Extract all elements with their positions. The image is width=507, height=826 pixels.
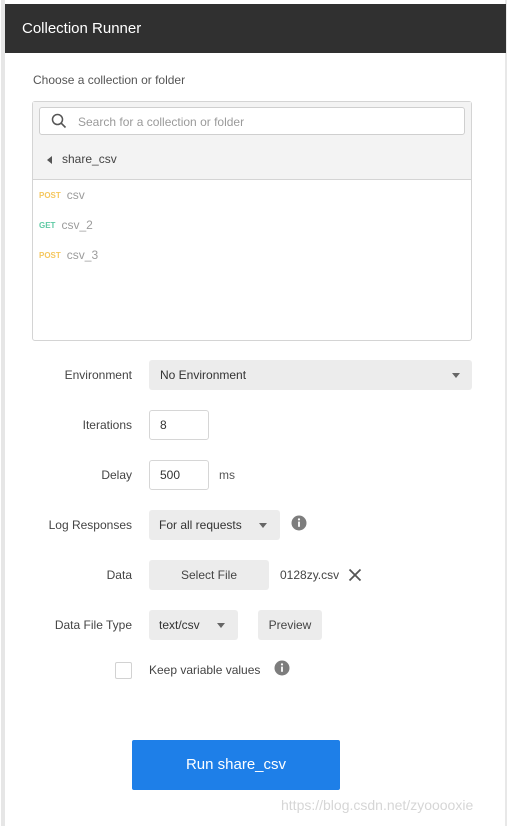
collection-search-area: share_csv	[33, 102, 471, 180]
environment-select[interactable]: No Environment	[149, 360, 472, 390]
request-name: csv	[66, 188, 85, 202]
data-file-name: 0128zy.csv	[280, 568, 340, 582]
request-name: csv_2	[61, 218, 93, 232]
log-responses-value: For all requests	[159, 518, 242, 532]
folder-name: share_csv	[62, 152, 117, 166]
delay-label: Delay	[101, 468, 132, 482]
back-caret-icon	[47, 155, 52, 164]
iterations-label: Iterations	[82, 418, 132, 432]
request-item[interactable]: GET csv_2	[39, 218, 98, 248]
choose-collection-label: Choose a collection or folder	[33, 73, 186, 87]
request-item[interactable]: POST csv	[39, 188, 98, 218]
info-icon[interactable]	[274, 660, 290, 676]
chevron-down-icon	[217, 623, 225, 628]
info-icon[interactable]	[291, 515, 307, 531]
environment-value: No Environment	[160, 368, 247, 382]
data-file-type-select[interactable]: text/csv	[149, 610, 238, 640]
chevron-down-icon	[452, 373, 460, 378]
environment-label: Environment	[64, 368, 132, 382]
request-method: POST	[39, 191, 61, 200]
iterations-input[interactable]: 8	[149, 410, 209, 440]
request-method: POST	[39, 251, 61, 260]
request-method: GET	[39, 221, 56, 230]
search-icon	[51, 113, 67, 129]
window-edge-left	[1, 0, 5, 826]
run-collection-button[interactable]: Run share_csv	[132, 740, 340, 790]
preview-button[interactable]: Preview	[258, 610, 322, 640]
request-list: POST csv GET csv_2 POST csv_3	[39, 188, 98, 278]
keep-variable-values-label: Keep variable values	[149, 663, 261, 677]
watermark-text: https://blog.csdn.net/zyooooxie	[281, 797, 474, 813]
keep-variable-values-checkbox[interactable]	[115, 662, 132, 679]
delay-input[interactable]: 500	[149, 460, 209, 490]
back-to-folder[interactable]: share_csv	[47, 152, 117, 166]
select-file-button[interactable]: Select File	[149, 560, 269, 590]
data-file-type-label: Data File Type	[54, 618, 132, 632]
close-icon[interactable]	[348, 568, 362, 582]
collection-picker: share_csv POST csv GET csv_2 POST csv_3	[32, 101, 472, 341]
request-item[interactable]: POST csv_3	[39, 248, 98, 278]
runner-header: Collection Runner	[5, 4, 506, 53]
data-label: Data	[106, 568, 132, 582]
collection-search-input[interactable]	[76, 111, 460, 133]
log-responses-select[interactable]: For all requests	[149, 510, 280, 540]
runner-title: Collection Runner	[22, 20, 142, 37]
request-name: csv_3	[66, 248, 99, 262]
log-responses-label: Log Responses	[48, 518, 132, 532]
chevron-down-icon	[259, 523, 267, 528]
delay-unit: ms	[219, 468, 235, 482]
collection-search-field[interactable]	[39, 107, 465, 135]
data-file-type-value: text/csv	[159, 618, 200, 632]
